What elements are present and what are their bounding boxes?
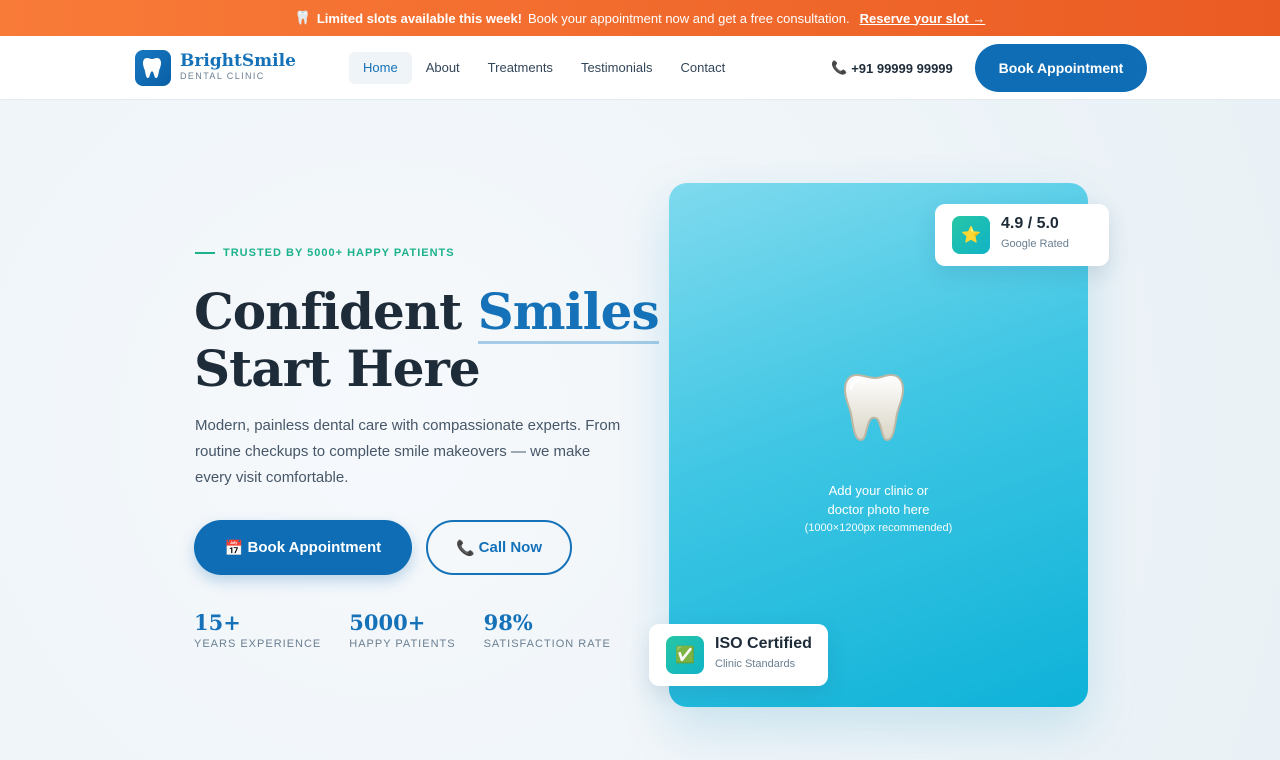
trusted-text: TRUSTED BY 5000+ HAPPY PATIENTS — [223, 247, 455, 259]
google-rating-card: ⭐ 4.9 / 5.0 Google Rated — [935, 204, 1109, 266]
checkmark-icon: ✅ — [666, 636, 704, 674]
header-book-appointment-button[interactable]: Book Appointment — [975, 44, 1147, 92]
photo-caption: Add your clinic or doctor photo here (10… — [669, 481, 1088, 537]
headline-line-2: Start Here — [194, 339, 481, 398]
hero-headline: Confident Smiles Start Here — [194, 282, 660, 398]
stat-value: 98% — [483, 610, 533, 635]
nav-contact[interactable]: Contact — [666, 52, 739, 84]
nav-home[interactable]: Home — [349, 52, 412, 84]
book-appointment-button[interactable]: 📅 Book Appointment — [194, 520, 412, 575]
call-now-button[interactable]: 📞 Call Now — [426, 520, 572, 575]
phone-icon: 📞 — [831, 60, 848, 75]
hero-section: TRUSTED BY 5000+ HAPPY PATIENTS Confiden… — [0, 100, 1280, 760]
call-now-label: Call Now — [478, 539, 543, 556]
brand-subtitle: DENTAL CLINIC — [180, 71, 265, 81]
announcement-strong: Limited slots available this week! — [316, 10, 523, 26]
iso-title: ISO Certified — [715, 635, 812, 652]
trusted-tagline: TRUSTED BY 5000+ HAPPY PATIENTS — [195, 247, 455, 259]
headline-word-1: Confident — [194, 282, 462, 341]
tooth-logo-icon[interactable] — [135, 50, 171, 86]
brand-name: BrightSmile — [180, 51, 296, 71]
photo-caption-line-2: doctor photo here — [827, 502, 930, 517]
stat-patients: 5000+ HAPPY PATIENTS — [349, 610, 455, 650]
nav-about[interactable]: About — [412, 52, 474, 84]
announcement-bar: 🦷 Limited slots available this week! Boo… — [0, 0, 1280, 36]
iso-subtitle: Clinic Standards — [715, 658, 796, 670]
main-nav: Home About Treatments Testimonials Conta… — [349, 52, 739, 84]
reserve-slot-link[interactable]: Reserve your slot → — [860, 11, 986, 26]
stat-value: 5000+ — [349, 610, 426, 635]
stat-label: HAPPY PATIENTS — [349, 638, 456, 650]
calendar-icon: 📅 — [224, 539, 244, 557]
headline-accent: Smiles — [477, 282, 660, 344]
tooth-icon — [843, 371, 913, 448]
nav-testimonials[interactable]: Testimonials — [567, 52, 667, 84]
hero-stats: 15+ YEARS EXPERIENCE 5000+ HAPPY PATIENT… — [194, 610, 639, 650]
photo-caption-line-1: Add your clinic or — [828, 483, 929, 498]
hero-description: Modern, painless dental care with compas… — [195, 417, 621, 486]
brand[interactable]: BrightSmile DENTAL CLINIC — [180, 51, 296, 82]
nav-treatments[interactable]: Treatments — [474, 52, 567, 84]
stat-satisfaction: 98% SATISFACTION RATE — [484, 610, 611, 650]
rating-value: 4.9 / 5.0 — [1001, 215, 1059, 232]
stat-label: SATISFACTION RATE — [483, 638, 611, 650]
site-header: BrightSmile DENTAL CLINIC Home About Tre… — [0, 36, 1280, 100]
rating-source: Google Rated — [1001, 238, 1069, 250]
announcement-text: Book your appointment now and get a free… — [528, 10, 850, 26]
stat-years: 15+ YEARS EXPERIENCE — [194, 610, 321, 650]
stat-value: 15+ — [194, 610, 241, 635]
photo-size-hint: (1000×1200px recommended) — [804, 522, 953, 534]
phone-icon: 📞 — [455, 539, 475, 557]
book-appointment-label: Book Appointment — [247, 539, 382, 556]
phone-number: +91 99999 99999 — [851, 60, 953, 76]
stat-label: YEARS EXPERIENCE — [194, 638, 322, 650]
tagline-divider — [195, 252, 215, 254]
phone-link[interactable]: 📞 +91 99999 99999 — [831, 60, 953, 76]
tooth-emoji-icon: 🦷 — [294, 10, 311, 25]
star-icon: ⭐ — [952, 216, 990, 254]
iso-certified-card: ✅ ISO Certified Clinic Standards — [649, 624, 828, 686]
